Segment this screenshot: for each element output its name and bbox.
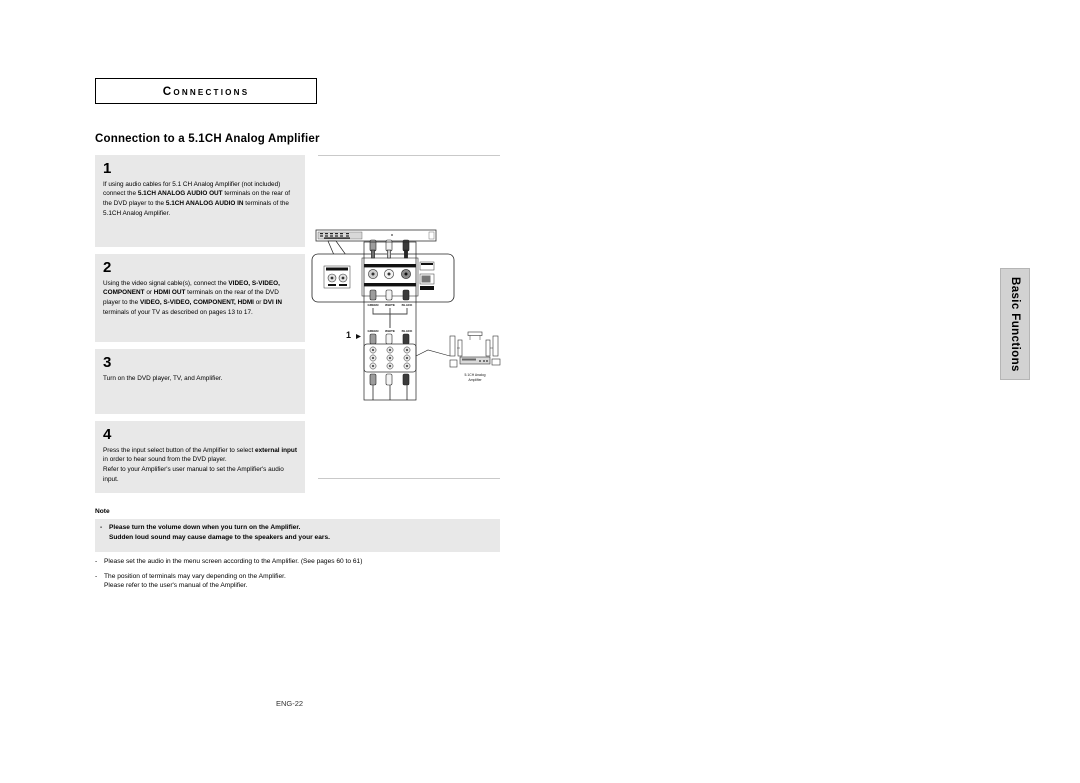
note-item-0: - Please turn the volume down when you t…	[100, 523, 495, 542]
side-tab-label: Basic Functions	[1009, 276, 1021, 372]
step-text: Turn on the DVD player, TV, and Amplifie…	[103, 374, 223, 382]
note-item-text: The position of terminals may vary depen…	[104, 572, 286, 590]
note-dash: -	[95, 572, 98, 580]
svg-text:BLACK: BLACK	[402, 329, 414, 333]
page-section-title: Connection to a 5.1CH Analog Amplifier	[95, 133, 320, 145]
svg-text:WHITE: WHITE	[385, 303, 395, 307]
svg-text:GREEN: GREEN	[367, 303, 379, 307]
step-text: If using audio cables for 5.1 CH Analog …	[103, 180, 291, 218]
note-item-text: Please set the audio in the menu screen …	[104, 558, 363, 566]
note-dash: -	[95, 558, 98, 566]
connection-step-2: 2 Using the video signal cable(s), conne…	[95, 254, 305, 342]
connection-step-3: 3 Turn on the DVD player, TV, and Amplif…	[95, 349, 305, 414]
step-text: Using the video signal cable(s), connect…	[103, 279, 282, 317]
note-item-text: Please turn the volume down when you tur…	[109, 524, 330, 541]
right-page: Chapter 3 BASIC FUNCTIONS Playing a Disc…	[540, 0, 1080, 783]
connections-header-tab: CONNECTIONS	[95, 78, 317, 104]
connection-step-4: 4 Press the input select button of the A…	[95, 421, 305, 493]
note-dash: -	[100, 524, 103, 531]
left-page: CONNECTIONS Connection to a 5.1CH Analog…	[0, 0, 540, 783]
figure-rule-bottom	[318, 478, 500, 479]
page-folio-left: ENG-22	[276, 699, 304, 708]
svg-text:BLACK: BLACK	[402, 303, 414, 307]
svg-text:5.1CH Analog: 5.1CH Analog	[465, 373, 486, 377]
svg-text:Amplifier: Amplifier	[468, 378, 482, 382]
svg-text:WHITE: WHITE	[385, 329, 395, 333]
step-number: 4	[103, 426, 112, 443]
step-number: 1	[103, 160, 112, 177]
step-text: Press the input select button of the Amp…	[103, 446, 297, 484]
note-title: Note	[95, 508, 110, 515]
manual-page-spread: CONNECTIONS Connection to a 5.1CH Analog…	[0, 0, 1080, 783]
note-item-1: - Please set the audio in the menu scree…	[95, 557, 500, 567]
connection-step-1: 1 If using audio cables for 5.1 CH Analo…	[95, 155, 305, 247]
diagram-callout-number: 1	[346, 330, 351, 340]
side-thumb-tab-basic-functions: Basic Functions	[1000, 268, 1030, 380]
connection-steps-list: 1 If using audio cables for 5.1 CH Analo…	[95, 155, 305, 500]
step-number: 3	[103, 354, 112, 371]
note-item-2: - The position of terminals may vary dep…	[95, 572, 500, 591]
connections-header-label: CONNECTIONS	[162, 84, 250, 98]
svg-text:GREEN: GREEN	[367, 329, 379, 333]
amplifier-wiring-diagram: GREEN WHITE BLACK 1 GREEN WHITE BLACK 5.…	[311, 229, 501, 401]
figure-rule-top	[318, 155, 500, 156]
step-number: 2	[103, 259, 112, 276]
note-block: Note - Please turn the volume down when …	[95, 508, 500, 596]
note-highlighted: - Please turn the volume down when you t…	[95, 519, 500, 553]
